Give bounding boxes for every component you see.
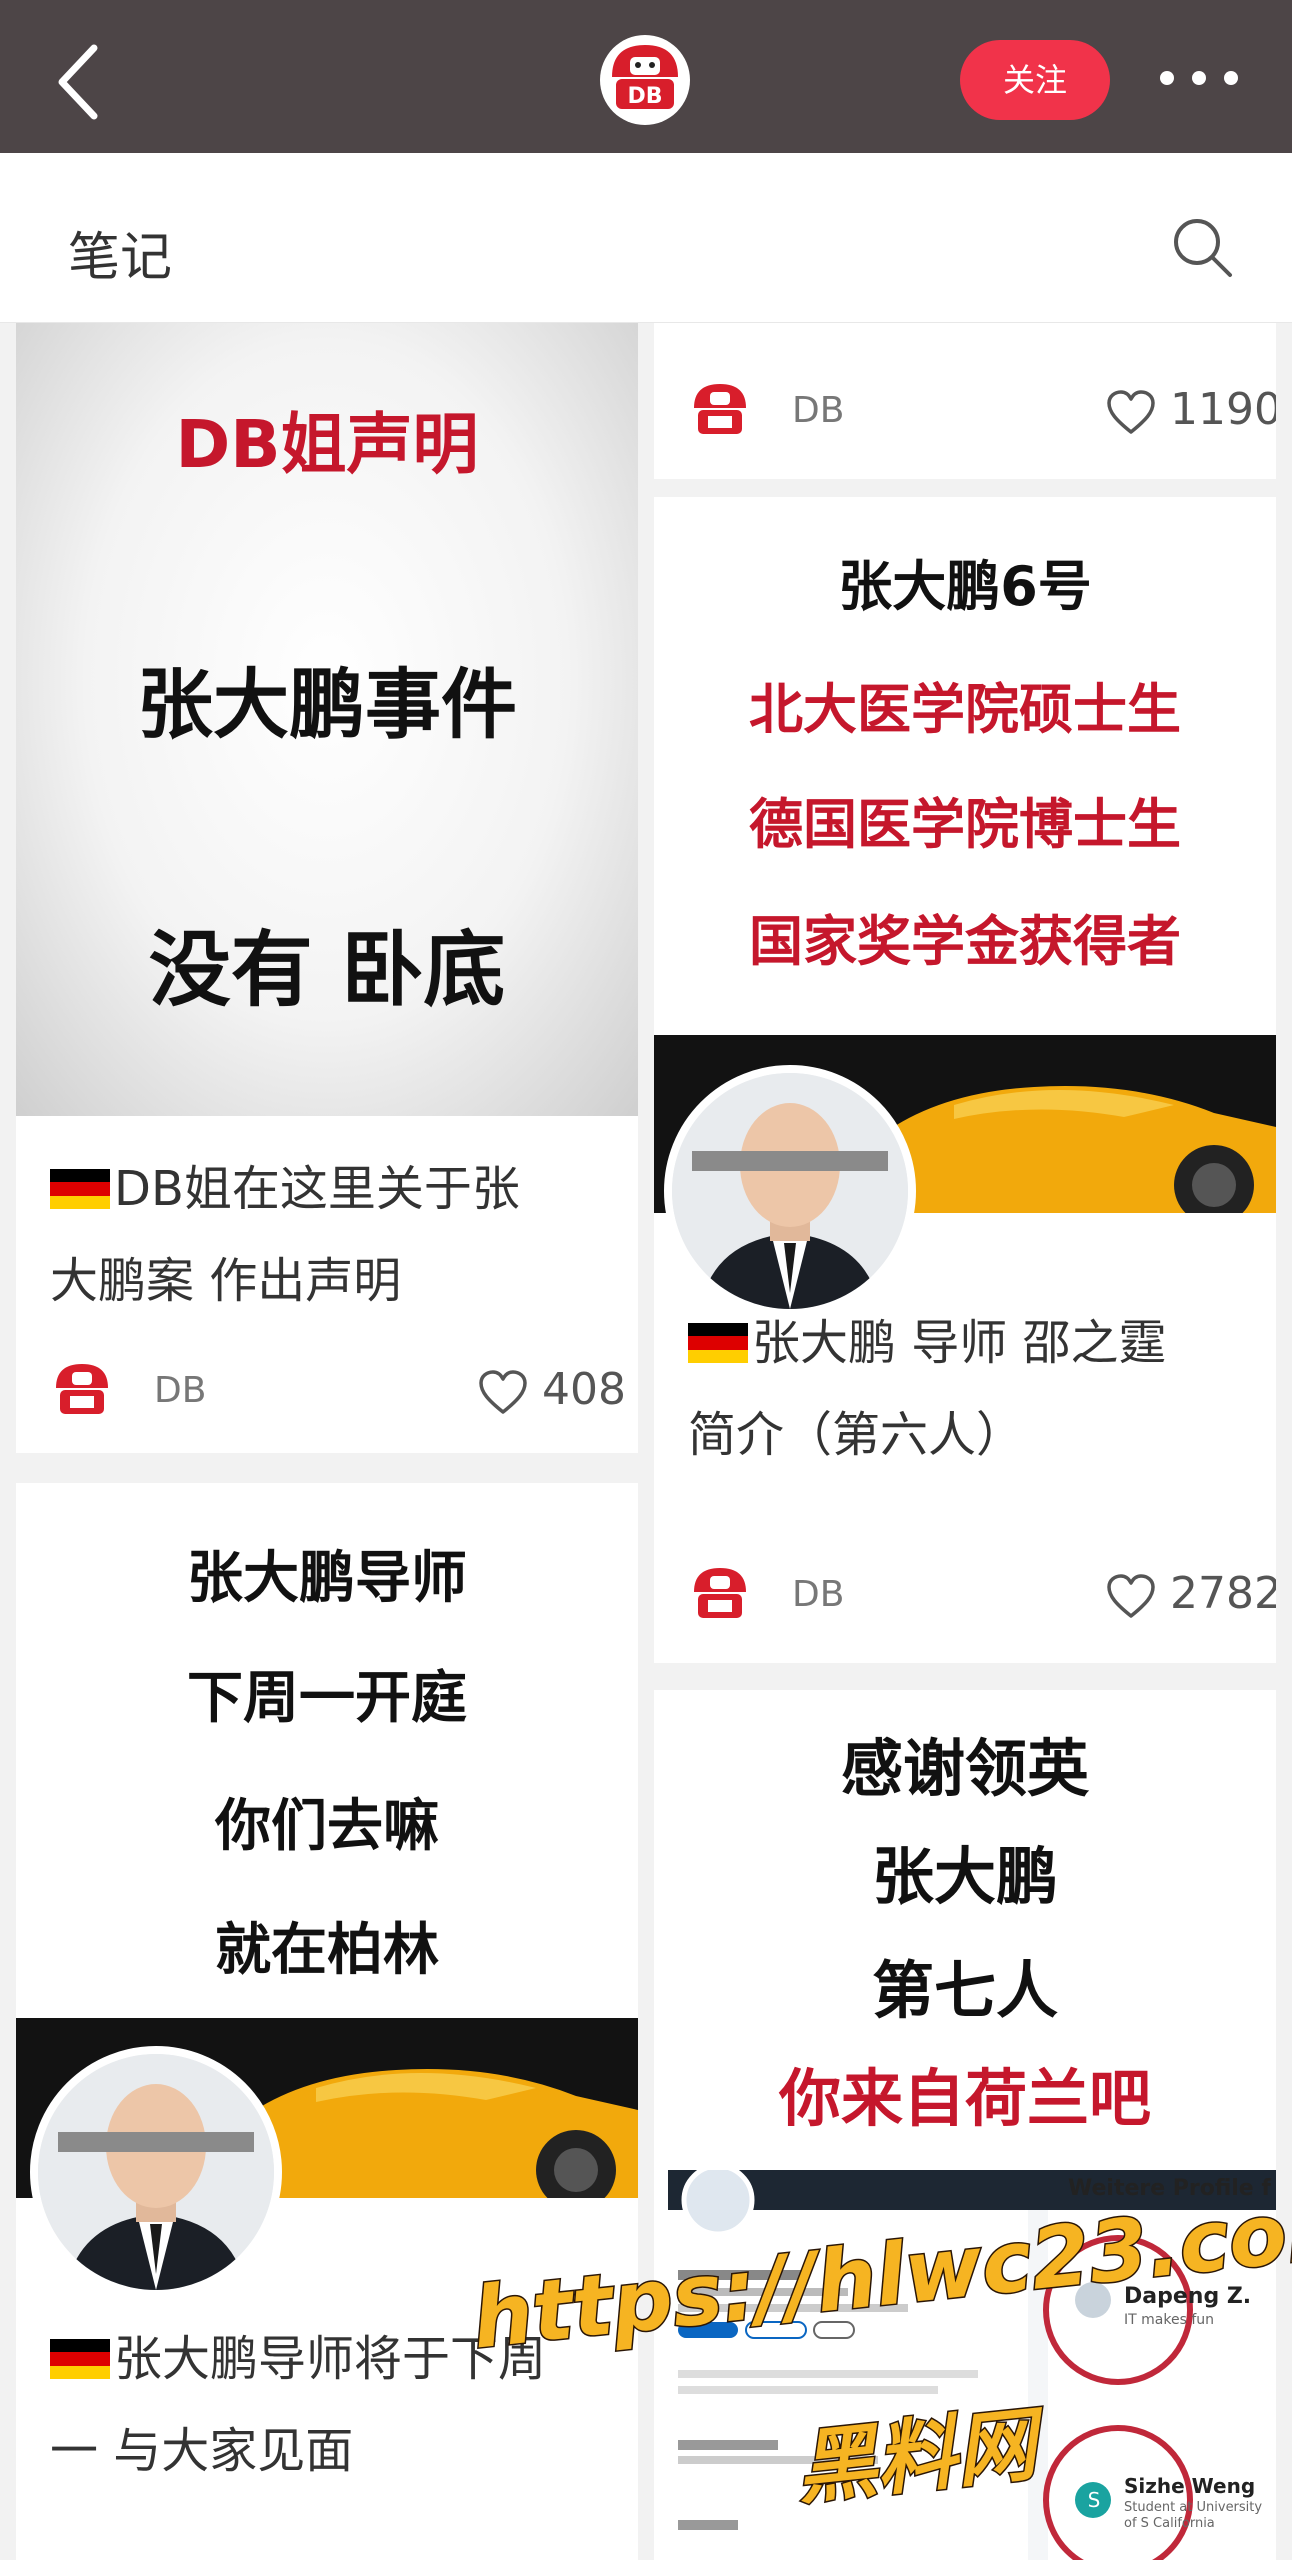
note-meta: DB 2782 xyxy=(688,1562,1276,1632)
note-cover: DB姐声明 张大鹏事件 没有 卧底 xyxy=(16,323,638,1116)
tab-notes[interactable]: 笔记 xyxy=(68,215,172,290)
note-card[interactable]: 张大鹏6号 北大医学院硕士生 德国医学院博士生 国家奖学金获得者 张大鹏 导师 … xyxy=(654,497,1276,1663)
back-arrow-icon[interactable] xyxy=(52,42,112,122)
search-icon[interactable] xyxy=(1170,215,1234,279)
cover-line: 张大鹏事件 xyxy=(137,660,517,749)
note-caption: DB姐在这里关于张 大鹏案 作出声明 xyxy=(50,1161,520,1309)
author-avatar[interactable] xyxy=(688,378,752,442)
heart-icon[interactable] xyxy=(1106,390,1156,436)
heart-icon[interactable] xyxy=(478,1370,528,1416)
cover-title: 张大鹏导师 xyxy=(187,1546,467,1611)
notes-tab-bar: 笔记 xyxy=(0,153,1292,323)
profile-photo xyxy=(664,1065,916,1317)
cover-title: 感谢领英 xyxy=(840,1732,1089,1805)
note-card[interactable]: DB姐声明 张大鹏事件 没有 卧底 DB姐在这里关于张 大鹏案 作出声明 DB … xyxy=(16,323,638,1453)
germany-flag-icon xyxy=(688,1323,748,1363)
like-count: 408 xyxy=(542,1364,626,1415)
like-count: 2782 xyxy=(1170,1568,1276,1619)
cover-title: 张大鹏6号 xyxy=(838,555,1092,618)
note-card[interactable]: 张大鹏导师 下周一开庭 你们去嘛 就在柏林 张大鹏导师将于下周 一 与大家见面 xyxy=(16,1483,638,2560)
note-meta: DB 408 xyxy=(50,1358,626,1428)
cover-line: 就在柏林 xyxy=(215,1918,439,1983)
cover-line: 张大鹏 xyxy=(871,1840,1058,1913)
author-name[interactable]: DB xyxy=(792,390,844,431)
heart-icon[interactable] xyxy=(1106,1574,1156,1620)
cover-line: 你来自荷兰吧 xyxy=(778,2062,1151,2135)
cover-line: 国家奖学金获得者 xyxy=(749,910,1181,973)
cover-line: 没有 卧底 xyxy=(148,923,506,1018)
germany-flag-icon xyxy=(50,1169,110,1209)
profile-name[interactable]: Sizhe Weng xyxy=(1124,2474,1255,2498)
author-name[interactable]: DB xyxy=(792,1574,844,1615)
profile-headline: IT makes fun xyxy=(1124,2312,1214,2328)
note-caption: 张大鹏 导师 邵之霆 简介（第六人） xyxy=(688,1315,1167,1463)
author-avatar[interactable] xyxy=(50,1358,114,1422)
cover-title: DB姐声明 xyxy=(175,406,479,483)
profile-headline: Student at University of S California xyxy=(1124,2500,1263,2531)
note-meta: DB 1190 xyxy=(688,378,1276,448)
germany-flag-icon xyxy=(50,2339,110,2379)
profile-initial-avatar: S xyxy=(1087,2488,1101,2512)
top-bar: DB 关注 xyxy=(0,0,1292,153)
author-name[interactable]: DB xyxy=(154,1370,206,1411)
profile-avatar[interactable]: DB xyxy=(600,35,690,125)
avatar-logo-text: DB xyxy=(627,84,662,109)
more-options-icon[interactable] xyxy=(1160,66,1240,90)
cover-line: 北大医学院硕士生 xyxy=(749,678,1181,741)
cover-line: 你们去嘛 xyxy=(215,1794,439,1859)
note-card[interactable]: DB 1190 xyxy=(654,323,1276,479)
cover-line: 下周一开庭 xyxy=(187,1666,467,1731)
profile-photo xyxy=(30,2046,282,2298)
follow-button[interactable]: 关注 xyxy=(960,40,1110,120)
like-count: 1190 xyxy=(1170,384,1276,435)
cover-line: 第七人 xyxy=(871,1954,1058,2027)
cover-line: 德国医学院博士生 xyxy=(749,793,1181,856)
author-avatar[interactable] xyxy=(688,1562,752,1626)
